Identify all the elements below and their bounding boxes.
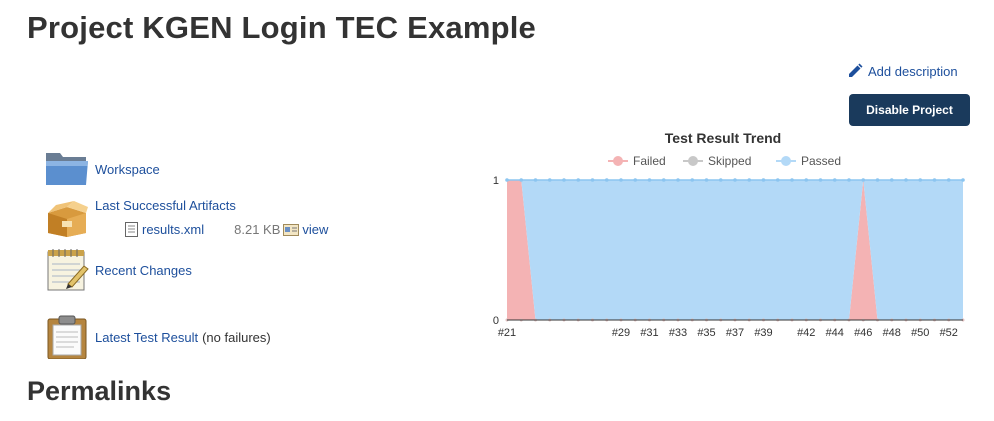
package-box-icon (48, 201, 88, 237)
chart-legend[interactable]: Failed Skipped Passed (608, 154, 841, 168)
notepad-icon (47, 249, 89, 291)
data-point[interactable] (932, 178, 937, 182)
disable-project-button[interactable]: Disable Project (849, 94, 970, 126)
data-point[interactable] (889, 178, 894, 182)
data-point[interactable] (604, 178, 609, 182)
area-passed (507, 180, 963, 320)
latest-test-result-link[interactable]: Latest Test Result (95, 330, 198, 345)
legend-swatch-dot (688, 156, 698, 166)
x-tick-label: #37 (726, 327, 744, 339)
data-point[interactable] (733, 178, 737, 182)
data-point[interactable] (918, 178, 923, 182)
x-tick-label: #29 (612, 327, 630, 339)
x-tick-label: #21 (498, 327, 516, 339)
data-point[interactable] (961, 178, 965, 182)
data-point[interactable] (505, 178, 509, 182)
legend-item-skipped[interactable]: Skipped (683, 154, 751, 168)
legend-label: Passed (801, 154, 841, 168)
data-point[interactable] (661, 178, 666, 182)
data-point[interactable] (861, 178, 866, 182)
data-point[interactable] (775, 178, 780, 182)
view-file-link[interactable]: view (302, 222, 328, 237)
chart-y-axis: 01 (493, 175, 499, 327)
test-result-summary: (no failures) (202, 329, 271, 345)
chart-areas (505, 178, 965, 322)
data-point[interactable] (718, 178, 723, 182)
x-tick-label: #50 (911, 327, 929, 339)
legend-item-failed[interactable]: Failed (608, 154, 666, 168)
artifact-file-row: results.xml 8.21 KB view (125, 222, 328, 237)
data-point[interactable] (619, 178, 623, 182)
data-point[interactable] (875, 178, 880, 182)
chart-x-axis: #21 #29 #31 #33 #35 #37 #39 #42 #44 #46 #48 #50 #52 (498, 319, 963, 339)
fingerprint-icon[interactable] (283, 223, 300, 236)
data-point[interactable] (704, 178, 709, 182)
x-tick-label: #42 (797, 327, 815, 339)
results-file-link[interactable]: results.xml (142, 222, 204, 237)
x-tick-label: #33 (669, 327, 687, 339)
data-point[interactable] (519, 178, 524, 182)
data-point[interactable] (633, 178, 638, 182)
task-latest-test-result: Latest Test Result (no failures) (44, 315, 271, 359)
document-icon (125, 222, 138, 237)
file-size: 8.21 KB (234, 222, 281, 237)
last-successful-artifacts-link[interactable]: Last Successful Artifacts (95, 198, 236, 213)
data-point[interactable] (533, 178, 538, 182)
data-point[interactable] (847, 178, 851, 182)
task-recent-changes: Recent Changes (44, 248, 192, 292)
x-tick-label: #44 (826, 327, 844, 339)
data-point[interactable] (590, 178, 595, 182)
data-point[interactable] (946, 178, 951, 182)
data-point[interactable] (747, 178, 752, 182)
data-point[interactable] (562, 178, 566, 182)
data-point[interactable] (576, 178, 581, 182)
chart-title: Test Result Trend (665, 130, 781, 146)
data-point[interactable] (818, 178, 823, 182)
test-result-trend-chart[interactable]: Test Result Trend Failed Skipped Passed #2… (480, 126, 980, 348)
workspace-link[interactable]: Workspace (95, 162, 160, 177)
data-point[interactable] (761, 178, 766, 182)
permalinks-heading: Permalinks (27, 376, 172, 406)
x-tick-label: #39 (754, 327, 772, 339)
data-point[interactable] (804, 178, 809, 182)
legend-item-passed[interactable]: Passed (776, 154, 841, 168)
data-point[interactable] (790, 178, 794, 182)
x-tick-label: #35 (697, 327, 715, 339)
data-point[interactable] (832, 178, 837, 182)
task-workspace: Workspace (44, 147, 160, 191)
recent-changes-link[interactable]: Recent Changes (95, 263, 192, 278)
legend-label: Skipped (708, 154, 751, 168)
add-description-label: Add description (868, 63, 958, 79)
data-point[interactable] (547, 178, 552, 182)
page-title: Project KGEN Login TEC Example (27, 10, 536, 45)
data-point[interactable] (690, 178, 695, 182)
folder-icon (46, 153, 88, 185)
x-tick-label: #31 (640, 327, 658, 339)
legend-swatch-dot (613, 156, 623, 166)
data-point[interactable] (904, 178, 908, 182)
data-point[interactable] (647, 178, 652, 182)
legend-swatch-dot (781, 156, 791, 166)
data-point[interactable] (676, 178, 680, 182)
add-description-link[interactable]: Add description (847, 63, 958, 79)
y-tick-label: 0 (493, 315, 499, 327)
y-tick-label: 1 (493, 175, 499, 187)
legend-label: Failed (633, 154, 666, 168)
x-tick-label: #46 (854, 327, 872, 339)
pencil-icon (849, 63, 863, 77)
x-tick-label: #48 (883, 327, 901, 339)
clipboard-icon (47, 315, 87, 359)
x-tick-label: #52 (940, 327, 958, 339)
